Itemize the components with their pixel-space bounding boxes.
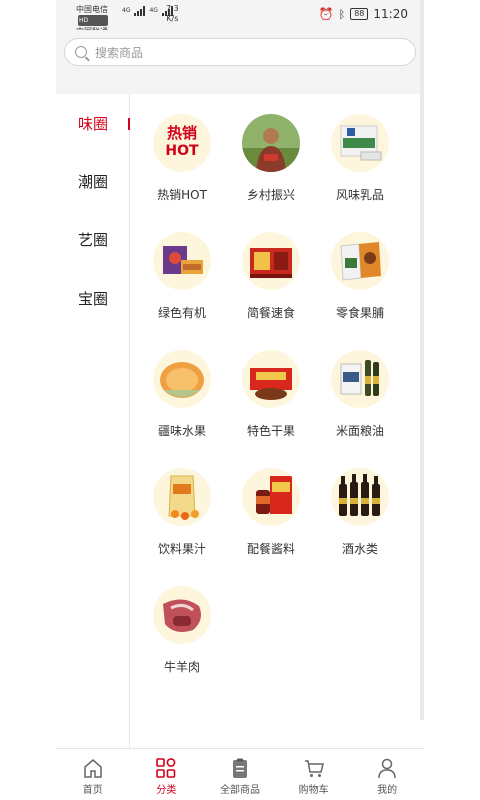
farmer-photo-icon [242, 114, 300, 172]
category-rural-revitalization[interactable]: 乡村振兴 [227, 114, 315, 232]
meat-photo-icon [153, 586, 211, 644]
signal-icon [134, 6, 146, 16]
juice-photo-icon [153, 468, 211, 526]
network-type: 4G [122, 7, 131, 14]
category-grain-oil[interactable]: 米面粮油 [316, 350, 404, 468]
category-label: 乡村振兴 [246, 188, 295, 202]
category-dairy[interactable]: 风味乳品 [316, 114, 404, 232]
sidebar-item-baoquan[interactable]: 宝圈 [56, 279, 130, 319]
category-snacks[interactable]: 零食果脯 [316, 232, 404, 350]
nav-label: 全部商品 [219, 785, 260, 796]
nav-label: 我的 [377, 785, 398, 796]
carrier-1: 中国电信 [76, 5, 108, 14]
clipboard-icon [232, 758, 247, 778]
nav-item-profile[interactable]: 我的 [350, 749, 424, 800]
network-type-2: 4G [149, 7, 158, 14]
category-fast-food[interactable]: 简餐速食 [227, 232, 315, 350]
hot-badge-icon: 热销 HOT [153, 114, 211, 172]
nav-item-category[interactable]: 分类 [130, 749, 204, 800]
category-label: 简餐速食 [246, 306, 295, 320]
category-label: 热销HOT [157, 188, 207, 202]
clock: 11:20 [373, 7, 408, 21]
snack-bags-photo-icon [331, 232, 389, 290]
category-beverages[interactable]: 饮料果汁 [138, 468, 226, 586]
nav-item-home[interactable]: 首页 [56, 749, 130, 800]
hot-badge-line1: 热销 [166, 124, 197, 142]
network-speed: 7.3 K/s [166, 4, 179, 24]
category-hot[interactable]: 热销 HOT 热销HOT [138, 114, 226, 232]
hot-badge-line2: HOT [165, 143, 199, 159]
status-right: ⏰ ᛒ 88 11:20 [319, 7, 408, 21]
category-organic[interactable]: 绿色有机 [138, 232, 226, 350]
search-icon [75, 46, 87, 58]
category-wine[interactable]: 酒水类 [316, 468, 404, 586]
category-sauces[interactable]: 配餐酱料 [227, 468, 315, 586]
user-icon [378, 758, 396, 779]
nav-item-cart[interactable]: 购物车 [277, 749, 351, 800]
dairy-box-photo-icon [331, 114, 389, 172]
hd-badge: HD [78, 15, 108, 26]
category-grid: 热销 HOT 热销HOT 乡村振兴 风味乳品 绿色有机 简餐速食 零食果脯 疆味… [130, 94, 424, 748]
category-beef-lamb[interactable]: 牛羊肉 [138, 586, 226, 704]
category-icon [156, 758, 176, 778]
header: 搜索商品 [56, 30, 424, 94]
fastfood-box-photo-icon [242, 232, 300, 290]
category-dried-fruit[interactable]: 特色干果 [227, 350, 315, 468]
sidebar-item-weiquan[interactable]: 味圈 [56, 104, 130, 144]
network-speed-unit: K/s [166, 14, 179, 23]
bluetooth-icon: ᛒ [338, 7, 346, 21]
sidebar-item-yiquan[interactable]: 艺圈 [56, 220, 130, 260]
category-label: 配餐酱料 [246, 542, 295, 556]
home-icon [84, 759, 102, 778]
nav-item-all-products[interactable]: 全部商品 [203, 749, 277, 800]
rice-oil-photo-icon [331, 350, 389, 408]
category-xinjiang-fruit[interactable]: 疆味水果 [138, 350, 226, 468]
category-label: 特色干果 [246, 424, 295, 438]
wine-bottles-photo-icon [331, 468, 389, 526]
cart-icon [304, 760, 324, 777]
category-label: 零食果脯 [335, 306, 384, 320]
nav-label: 分类 [156, 785, 177, 796]
category-label: 饮料果汁 [157, 542, 206, 556]
category-label: 疆味水果 [157, 424, 206, 438]
sidebar-item-chaoquan[interactable]: 潮圈 [56, 162, 130, 202]
search-bar[interactable]: 搜索商品 [64, 38, 416, 66]
melon-photo-icon [153, 350, 211, 408]
sauce-photo-icon [242, 468, 300, 526]
battery-icon: 88 [350, 8, 369, 20]
category-label: 米面粮油 [335, 424, 384, 438]
category-label: 绿色有机 [157, 306, 206, 320]
app-screen: 中国电信HD 中国联通HD 4G 4G 7.3 K/s ⏰ ᛒ 88 11:20… [56, 0, 424, 800]
category-sidebar: 味圈 潮圈 艺圈 宝圈 [56, 94, 130, 748]
screen-edge [420, 0, 424, 720]
alarm-icon: ⏰ [318, 7, 334, 21]
dried-fruit-box-photo-icon [242, 350, 300, 408]
search-input[interactable]: 搜索商品 [95, 44, 143, 61]
nav-label: 首页 [82, 785, 103, 796]
category-label: 牛羊肉 [163, 660, 200, 674]
nav-label: 购物车 [298, 785, 329, 796]
status-bar: 中国电信HD 中国联通HD 4G 4G 7.3 K/s ⏰ ᛒ 88 11:20 [56, 0, 424, 48]
network-speed-value: 7.3 [166, 4, 179, 13]
bottom-nav: 首页 分类 全部商品 购物车 我的 [56, 748, 424, 800]
category-label: 酒水类 [341, 542, 378, 556]
organic-box-photo-icon [153, 232, 211, 290]
category-label: 风味乳品 [335, 188, 384, 202]
